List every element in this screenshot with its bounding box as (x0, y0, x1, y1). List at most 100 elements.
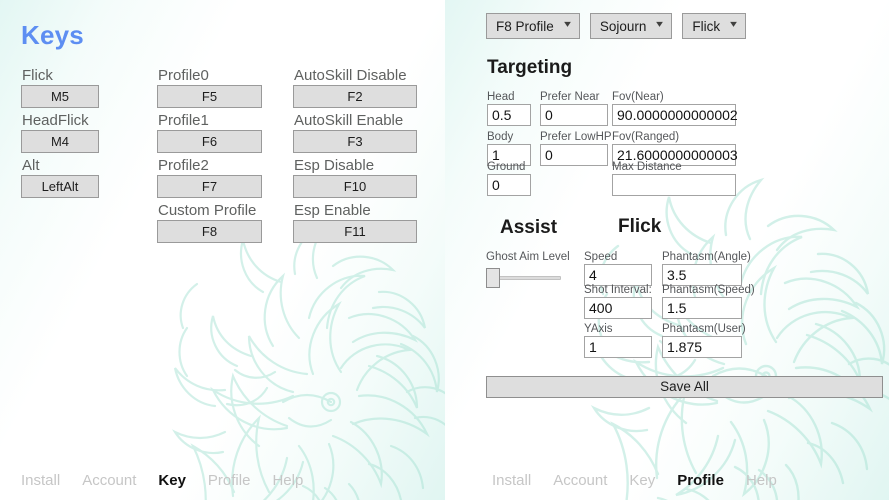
key-binding-item: Profile2 F7 (157, 156, 293, 198)
key-label: Alt (22, 157, 40, 174)
key-binding-item: AutoSkill Disable F2 (293, 66, 429, 108)
targeting-heading: Targeting (487, 57, 573, 78)
fov-near-input[interactable]: 90.0000000000002 (612, 104, 738, 126)
key-binding-item: HeadFlick M4 (21, 111, 157, 153)
key-button-profile2[interactable]: F7 (157, 175, 262, 198)
nav-item-help[interactable]: Help (272, 472, 303, 489)
nav-item-account[interactable]: Account (82, 472, 136, 489)
field-yaxis: YAxis 1 (584, 322, 652, 358)
key-label: Profile0 (158, 67, 209, 84)
field-label: Ground (487, 161, 526, 173)
nav-item-install[interactable]: Install (21, 472, 60, 489)
mode-select[interactable]: Flick ▾ (682, 13, 747, 39)
slider-thumb[interactable] (486, 268, 500, 288)
bottom-nav-left: Install Account Key Profile Help (21, 472, 303, 489)
key-label: Custom Profile (158, 202, 257, 219)
key-button-custom-profile[interactable]: F8 (157, 220, 262, 243)
key-binding-item: Custom Profile F8 (157, 201, 293, 243)
prefer-lowhp-input[interactable]: 0 (540, 144, 608, 166)
profile-select-value: F8 Profile (496, 18, 554, 34)
key-binding-item: Profile1 F6 (157, 111, 293, 153)
assist-heading: Assist (500, 217, 558, 238)
field-phantasm-speed: Phantasm(Speed) 1.5 (662, 283, 755, 319)
flick-heading: Flick (618, 216, 662, 237)
phantasm-speed-input[interactable]: 1.5 (662, 297, 742, 319)
field-label: Prefer Near (540, 91, 600, 103)
key-label: Profile2 (158, 157, 209, 174)
key-button-profile0[interactable]: F5 (157, 85, 262, 108)
key-label: HeadFlick (22, 112, 89, 129)
field-phantasm-user: Phantasm(User) 1.875 (662, 322, 746, 358)
ghost-aim-level-control: Ghost Aim Level (486, 250, 586, 288)
key-button-headflick[interactable]: M4 (21, 130, 99, 153)
field-label: Phantasm(Angle) (662, 251, 751, 263)
key-column-profiles: Profile0 F5 Profile1 F6 Profile2 F7 Cust… (157, 66, 293, 246)
key-binding-item: Flick M5 (21, 66, 157, 108)
keys-panel: Keys Flick M5 HeadFlick M4 Alt LeftAlt P… (0, 0, 445, 500)
key-bindings-grid: Flick M5 HeadFlick M4 Alt LeftAlt Profil… (21, 66, 429, 246)
key-button-autoskill-enable[interactable]: F3 (293, 130, 417, 153)
profile-panel: F8 Profile ▾ Sojourn ▾ Flick ▾ Targeting… (445, 0, 889, 500)
prefer-near-input[interactable]: 0 (540, 104, 608, 126)
key-button-profile1[interactable]: F6 (157, 130, 262, 153)
field-label: Phantasm(Speed) (662, 284, 755, 296)
field-label: Speed (584, 251, 618, 263)
nav-item-install[interactable]: Install (492, 472, 531, 489)
ghost-aim-level-slider[interactable] (486, 268, 562, 288)
field-label: Max Distance (612, 161, 682, 173)
field-label: Body (487, 131, 514, 143)
key-label: AutoSkill Disable (294, 67, 407, 84)
key-binding-item: Alt LeftAlt (21, 156, 157, 198)
key-label: Esp Disable (294, 157, 375, 174)
field-speed: Speed 4 (584, 250, 652, 286)
profile-select[interactable]: F8 Profile ▾ (486, 13, 580, 39)
keys-title: Keys (21, 20, 84, 50)
field-label: Prefer LowHP (540, 131, 612, 143)
nav-item-profile[interactable]: Profile (677, 472, 724, 489)
head-input[interactable]: 0.5 (487, 104, 531, 126)
key-binding-item: Profile0 F5 (157, 66, 293, 108)
key-column-toggles: AutoSkill Disable F2 AutoSkill Enable F3… (293, 66, 429, 246)
character-select[interactable]: Sojourn ▾ (589, 13, 673, 39)
chevron-down-icon: ▾ (730, 19, 738, 30)
chevron-down-icon: ▾ (656, 19, 664, 30)
nav-item-key[interactable]: Key (158, 472, 186, 489)
yaxis-input[interactable]: 1 (584, 336, 652, 358)
key-column-actions: Flick M5 HeadFlick M4 Alt LeftAlt (21, 66, 157, 246)
nav-item-help[interactable]: Help (746, 472, 777, 489)
nav-item-account[interactable]: Account (553, 472, 607, 489)
shot-interval-input[interactable]: 400 (584, 297, 652, 319)
phantasm-user-input[interactable]: 1.875 (662, 336, 742, 358)
key-binding-item: Esp Enable F11 (293, 201, 429, 243)
ground-input[interactable]: 0 (487, 174, 531, 196)
ghost-aim-level-label: Ghost Aim Level (486, 251, 570, 263)
key-label: Profile1 (158, 112, 209, 129)
profile-selector-row: F8 Profile ▾ Sojourn ▾ Flick ▾ (486, 13, 747, 39)
nav-item-key[interactable]: Key (629, 472, 655, 489)
bottom-nav-right: Install Account Key Profile Help (492, 472, 777, 489)
field-label: Phantasm(User) (662, 323, 746, 335)
field-phantasm-angle: Phantasm(Angle) 3.5 (662, 250, 751, 286)
save-all-button[interactable]: Save All (486, 376, 883, 398)
field-label: Shot Interval: (584, 284, 652, 296)
character-select-value: Sojourn (599, 18, 647, 34)
field-label: Fov(Ranged) (612, 131, 680, 143)
field-label: Fov(Near) (612, 91, 664, 103)
max-distance-input[interactable] (612, 174, 736, 196)
key-label: Flick (22, 67, 53, 84)
key-button-flick[interactable]: M5 (21, 85, 99, 108)
field-label: YAxis (584, 323, 613, 335)
field-max-distance: Max Distance (612, 160, 736, 196)
mode-select-value: Flick (692, 18, 721, 34)
key-label: AutoSkill Enable (294, 112, 404, 129)
field-label: Head (487, 91, 515, 103)
key-button-autoskill-disable[interactable]: F2 (293, 85, 417, 108)
field-prefer-lowhp: Prefer LowHP 0 (540, 130, 612, 166)
nav-item-profile[interactable]: Profile (208, 472, 251, 489)
key-binding-item: AutoSkill Enable F3 (293, 111, 429, 153)
key-button-esp-enable[interactable]: F11 (293, 220, 417, 243)
key-button-alt[interactable]: LeftAlt (21, 175, 99, 198)
field-shot-interval: Shot Interval: 400 (584, 283, 652, 319)
app-window: Keys Flick M5 HeadFlick M4 Alt LeftAlt P… (0, 0, 889, 500)
key-button-esp-disable[interactable]: F10 (293, 175, 417, 198)
